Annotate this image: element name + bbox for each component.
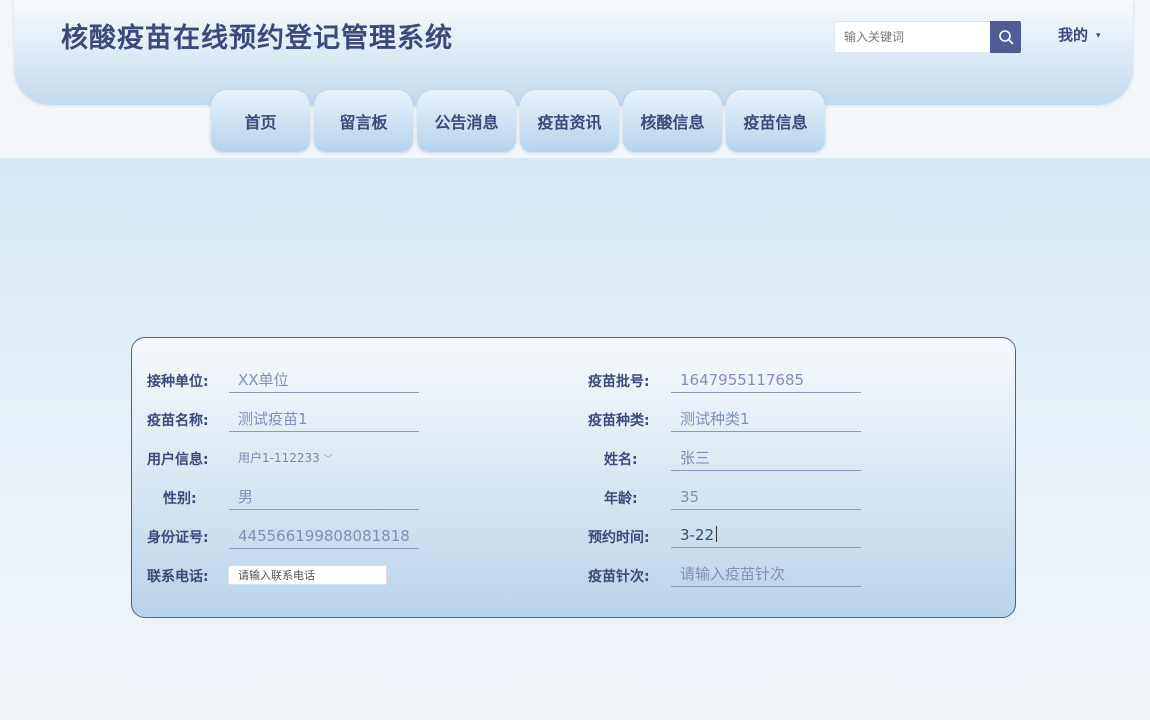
id-number-field[interactable]: 445566199808081818 bbox=[229, 525, 419, 549]
user-menu-label: 我的 bbox=[1058, 26, 1089, 44]
phone-label: 联系电话: bbox=[147, 569, 209, 585]
nav-tab-vaccine-info[interactable]: 疫苗信息 bbox=[726, 90, 825, 152]
dose-label: 疫苗针次: bbox=[588, 569, 650, 585]
gender-field[interactable]: 男 bbox=[229, 486, 419, 510]
user-info-select[interactable]: 用户1-112233 ﹀ bbox=[229, 447, 379, 471]
appointment-time-value: 3-22 bbox=[680, 526, 715, 544]
unit-label: 接种单位: bbox=[147, 374, 209, 390]
vaccine-type-label: 疫苗种类: bbox=[588, 413, 650, 429]
vaccine-name-field[interactable]: 测试疫苗1 bbox=[229, 408, 419, 432]
appointment-time-field[interactable]: 3-22 bbox=[671, 524, 861, 548]
search-button[interactable] bbox=[990, 21, 1021, 53]
dose-field[interactable]: 请输入疫苗针次 bbox=[671, 563, 861, 587]
search-icon bbox=[998, 30, 1013, 45]
nav-tab-message-board[interactable]: 留言板 bbox=[314, 90, 413, 152]
phone-input[interactable] bbox=[228, 565, 387, 585]
vaccine-name-label: 疫苗名称: bbox=[147, 413, 209, 429]
user-info-value: 用户1-112233 bbox=[238, 451, 320, 465]
nav-tab-vaccine-news[interactable]: 疫苗资讯 bbox=[520, 90, 619, 152]
age-field[interactable]: 35 bbox=[671, 486, 861, 510]
name-field[interactable]: 张三 bbox=[671, 447, 861, 471]
nav-tab-home[interactable]: 首页 bbox=[211, 90, 310, 152]
user-info-label: 用户信息: bbox=[147, 452, 209, 468]
unit-field[interactable]: XX单位 bbox=[229, 369, 419, 393]
id-number-label: 身份证号: bbox=[147, 530, 209, 546]
search-input[interactable] bbox=[834, 21, 991, 53]
batch-label: 疫苗批号: bbox=[588, 374, 650, 390]
appointment-time-label: 预约时间: bbox=[588, 530, 650, 546]
nav-tab-announcements[interactable]: 公告消息 bbox=[417, 90, 516, 152]
name-label: 姓名: bbox=[604, 452, 638, 468]
main-nav: 首页 留言板 公告消息 疫苗资讯 核酸信息 疫苗信息 bbox=[211, 90, 825, 152]
caret-down-icon: ▾ bbox=[1096, 31, 1101, 41]
vaccine-type-field[interactable]: 测试种类1 bbox=[671, 408, 861, 432]
text-cursor-icon bbox=[716, 526, 718, 542]
age-label: 年龄: bbox=[604, 491, 638, 507]
nav-tab-nucleic-acid-info[interactable]: 核酸信息 bbox=[623, 90, 722, 152]
gender-label: 性别: bbox=[163, 491, 197, 507]
user-menu[interactable]: 我的 ▾ bbox=[1058, 24, 1101, 45]
batch-field[interactable]: 1647955117685 bbox=[671, 369, 861, 393]
chevron-down-icon: ﹀ bbox=[323, 455, 333, 465]
site-title: 核酸疫苗在线预约登记管理系统 bbox=[61, 23, 453, 54]
